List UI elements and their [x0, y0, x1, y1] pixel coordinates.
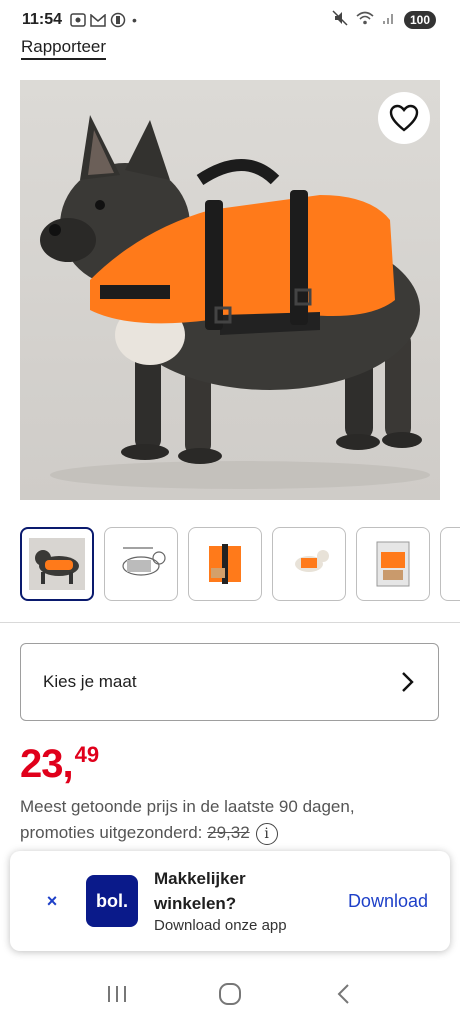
divider — [0, 622, 460, 623]
thumbnail-6[interactable] — [440, 527, 460, 601]
thumbnail-strip — [20, 527, 460, 601]
status-bar: 11:54 • 100 — [0, 0, 460, 40]
status-time: 11:54 — [22, 11, 63, 28]
price-note: Meest getoonde prijs in de laatste 90 da… — [20, 794, 440, 846]
home-button[interactable] — [210, 974, 250, 1014]
thumbnail-size-diagram-image — [113, 538, 169, 590]
status-dot: • — [132, 12, 137, 28]
back-icon — [337, 984, 350, 1004]
thumbnail-5[interactable] — [356, 527, 430, 601]
recent-apps-button[interactable] — [97, 974, 137, 1014]
chevron-right-icon — [402, 672, 414, 692]
price-cents: 49 — [74, 742, 100, 767]
report-link[interactable]: Rapporteer — [21, 37, 107, 60]
thumbnail-packaging-image — [365, 538, 421, 590]
price-main: 23, — [20, 742, 74, 786]
thumbnail-vest-product-image — [197, 538, 253, 590]
thumbnail-4[interactable] — [272, 527, 346, 601]
heart-icon — [389, 104, 419, 132]
back-button[interactable] — [323, 974, 363, 1014]
signal-icon — [382, 11, 396, 28]
thumbnail-1[interactable] — [20, 527, 94, 601]
banner-close-button[interactable]: × — [32, 891, 72, 912]
favorite-button[interactable] — [378, 92, 430, 144]
size-select-button[interactable]: Kies je maat — [20, 643, 439, 721]
thumbnail-2[interactable] — [104, 527, 178, 601]
bol-logo: bol. — [86, 875, 138, 927]
size-select-label: Kies je maat — [43, 672, 137, 691]
price-note-line2: promoties uitgezonderd: — [20, 823, 208, 842]
app-download-banner: × bol. Makkelijker winkelen? Download on… — [10, 851, 450, 951]
thumbnail-dog-vest-image — [29, 538, 85, 590]
banner-title: Makkelijker winkelen? — [154, 869, 246, 913]
product-main-image[interactable] — [20, 80, 440, 500]
app-icon — [110, 12, 126, 28]
mute-icon — [332, 10, 348, 29]
home-icon — [218, 983, 241, 1005]
battery-indicator: 100 — [403, 10, 436, 29]
dog-life-vest-photo — [40, 115, 430, 489]
price-note-line1: Meest getoonde prijs in de laatste 90 da… — [20, 797, 355, 816]
thumbnail-dog-swimming-image — [281, 538, 337, 590]
status-right-icons: 100 — [332, 10, 436, 29]
screenshot-icon — [70, 13, 86, 27]
system-navigation-bar — [0, 964, 460, 1024]
info-icon[interactable]: i — [255, 822, 278, 845]
download-app-link[interactable]: Download — [348, 891, 428, 912]
banner-subtitle: Download onze app — [154, 917, 287, 934]
thumbnail-3[interactable] — [188, 527, 262, 601]
wifi-icon — [356, 11, 374, 28]
product-price: 23, 49 — [20, 742, 99, 786]
gmail-icon — [90, 13, 106, 27]
status-notification-icons — [70, 12, 126, 28]
recent-apps-icon — [107, 986, 126, 1002]
old-price: 29,32 — [207, 823, 250, 842]
banner-text: Makkelijker winkelen? Download onze app — [154, 866, 314, 936]
